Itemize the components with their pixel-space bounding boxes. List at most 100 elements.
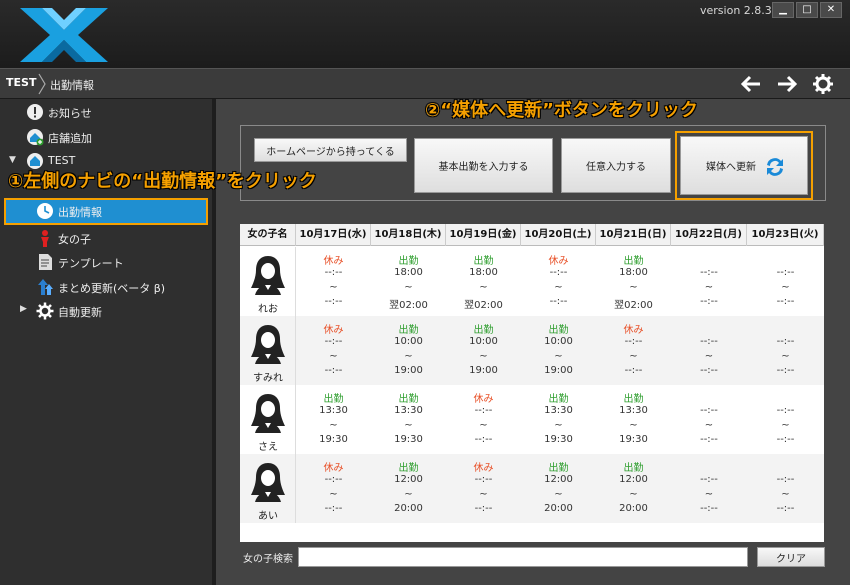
clear-search-button[interactable]: クリア xyxy=(757,547,825,567)
shift-start: 10:00 xyxy=(469,336,498,347)
back-arrow-icon[interactable] xyxy=(738,72,764,96)
refresh-icon xyxy=(767,158,783,176)
shift-cell[interactable]: 出勤 13:30 ~19:30 xyxy=(296,385,371,454)
sidebar-item-batch-update[interactable]: まとめ更新(ベータ β) xyxy=(0,275,212,299)
maximize-button[interactable]: □ xyxy=(796,2,818,18)
shift-cell[interactable]: --:-- ~ --:-- xyxy=(747,316,824,385)
shift-cell[interactable]: --:-- ~ --:-- xyxy=(671,385,747,454)
grid-header: 女の子名 10月17日(水) 10月18日(木) 10月19日(金) 10月20日(土… xyxy=(240,224,824,246)
settings-gear-icon[interactable] xyxy=(810,72,836,96)
shift-status: 休み xyxy=(323,463,344,474)
avatar-icon xyxy=(251,463,285,502)
shift-end: 19:00 xyxy=(469,365,498,376)
shift-end: 翌02:00 xyxy=(389,300,428,311)
update-media-button[interactable]: 媒体へ更新 xyxy=(680,136,808,195)
shift-end: --:-- xyxy=(700,434,718,445)
column-header-date: 10月20日(土) xyxy=(521,224,596,246)
close-button[interactable]: ✕ xyxy=(820,2,842,18)
shift-cell[interactable]: 休み --:-- ~ --:-- xyxy=(446,385,521,454)
shift-end: 19:30 xyxy=(544,434,573,445)
shift-cell[interactable]: 出勤 12:00 ~20:00 xyxy=(596,454,671,523)
shift-start: --:-- xyxy=(324,336,343,347)
sidebar-item-notice[interactable]: お知らせ xyxy=(0,100,212,124)
sidebar-item-girls[interactable]: 女の子 xyxy=(0,226,212,250)
template-icon xyxy=(39,254,52,270)
shift-cell[interactable]: 出勤 18:00 ~ 翌02:00 xyxy=(371,247,446,316)
avatar-icon xyxy=(251,394,285,433)
shift-cell[interactable]: 休み --:-- ~ --:-- xyxy=(296,247,371,316)
shift-cell[interactable]: --:-- ~ --:-- xyxy=(747,385,824,454)
shift-cell[interactable]: 出勤 13:30 ~19:30 xyxy=(596,385,671,454)
breadcrumb-current: 出勤情報 xyxy=(50,79,94,92)
shift-end: --:-- xyxy=(700,365,718,376)
shift-start: 18:00 xyxy=(394,267,423,278)
manual-input-button[interactable]: 任意入力する xyxy=(561,138,671,193)
shift-cell[interactable]: 出勤 13:30 ~19:30 xyxy=(521,385,596,454)
shift-separator: ~ xyxy=(629,420,638,431)
shift-cell[interactable]: 休み --:-- ~ --:-- xyxy=(296,454,371,523)
shift-separator: ~ xyxy=(404,420,413,431)
shift-cell[interactable]: 出勤 10:00 ~19:00 xyxy=(521,316,596,385)
shift-start: --:-- xyxy=(624,336,643,347)
girl-name-cell[interactable]: さえ xyxy=(240,385,296,454)
shift-cell[interactable]: 出勤 12:00 ~20:00 xyxy=(371,454,446,523)
shift-cell[interactable]: 出勤 10:00 ~19:00 xyxy=(371,316,446,385)
enter-basic-shift-button[interactable]: 基本出勤を入力する xyxy=(414,138,553,193)
gear-icon xyxy=(36,302,54,320)
clock-icon xyxy=(37,203,53,219)
attendance-grid: 女の子名 10月17日(水) 10月18日(木) 10月19日(金) 10月20日(土… xyxy=(240,224,824,542)
shift-end: --:-- xyxy=(776,434,795,445)
shift-cell[interactable]: --:-- ~ --:-- xyxy=(671,247,747,316)
shift-separator: ~ xyxy=(629,351,638,362)
shift-cell[interactable]: 休み --:-- ~ --:-- xyxy=(296,316,371,385)
add-shop-icon xyxy=(27,129,44,146)
app-logo xyxy=(20,8,108,62)
shift-start: --:-- xyxy=(549,267,568,278)
shift-cell[interactable]: 休み --:-- ~ --:-- xyxy=(521,247,596,316)
shift-cell[interactable]: 休み --:-- ~ --:-- xyxy=(446,454,521,523)
shift-status: 出勤 xyxy=(398,325,419,336)
girl-name: さえ xyxy=(258,442,278,453)
minimize-button[interactable]: ▁ xyxy=(772,2,794,18)
sidebar-item-add-shop[interactable]: 店舗追加 xyxy=(0,125,212,149)
shift-cell[interactable]: 休み --:-- ~ --:-- xyxy=(596,316,671,385)
shift-cell[interactable]: 出勤 12:00 ~20:00 xyxy=(521,454,596,523)
girl-name: あい xyxy=(258,511,278,522)
shift-cell[interactable]: 出勤 13:30 ~19:30 xyxy=(371,385,446,454)
shift-end: --:-- xyxy=(624,365,643,376)
batch-update-icon xyxy=(38,279,53,295)
sidebar-item-label: 出勤情報 xyxy=(58,206,102,219)
shift-cell[interactable]: 出勤 18:00 ~ 翌02:00 xyxy=(596,247,671,316)
breadcrumb-root[interactable]: TEST xyxy=(6,76,36,89)
shift-cell[interactable]: --:-- ~ --:-- xyxy=(747,454,824,523)
shift-cell[interactable]: 出勤 10:00 ~19:00 xyxy=(446,316,521,385)
shift-status: 出勤 xyxy=(398,394,419,405)
forward-arrow-icon[interactable] xyxy=(774,72,800,96)
girl-name-cell[interactable]: れお xyxy=(240,247,296,316)
shift-cell[interactable]: --:-- ~ --:-- xyxy=(671,454,747,523)
sidebar-item-attendance[interactable]: 出勤情報 xyxy=(4,198,208,225)
shift-start: 12:00 xyxy=(619,474,648,485)
girl-name-cell[interactable]: すみれ xyxy=(240,316,296,385)
shift-status: 休み xyxy=(623,325,644,336)
shift-end: 19:00 xyxy=(544,365,573,376)
shift-cell[interactable]: --:-- ~ --:-- xyxy=(671,316,747,385)
shift-start: 12:00 xyxy=(544,474,573,485)
sidebar-item-auto-update[interactable]: 自動更新 xyxy=(0,299,212,323)
shift-cell[interactable]: --:-- ~ --:-- xyxy=(747,247,824,316)
title-bar: version 2.8.3 ▁ □ ✕ xyxy=(0,0,850,68)
shift-end: 19:30 xyxy=(394,434,423,445)
table-row: すみれ 休み --:-- ~ --:-- 出勤 10:00 ~19:00 出勤 10:00 ~19:… xyxy=(240,316,824,385)
import-from-homepage-button[interactable]: ホームページから持ってくる xyxy=(254,138,407,162)
girl-name-cell[interactable]: あい xyxy=(240,454,296,523)
girl-name: すみれ xyxy=(253,373,283,384)
shift-start: --:-- xyxy=(700,405,718,416)
shift-cell[interactable]: 出勤 18:00 ~ 翌02:00 xyxy=(446,247,521,316)
shift-end: --:-- xyxy=(324,296,343,307)
shift-separator: ~ xyxy=(629,282,638,293)
girl-search-input[interactable] xyxy=(298,547,748,567)
sidebar-item-template[interactable]: テンプレート xyxy=(0,250,212,274)
shift-start: 18:00 xyxy=(619,267,648,278)
shift-separator: ~ xyxy=(404,489,413,500)
sidebar-item-label: 女の子 xyxy=(58,233,91,246)
